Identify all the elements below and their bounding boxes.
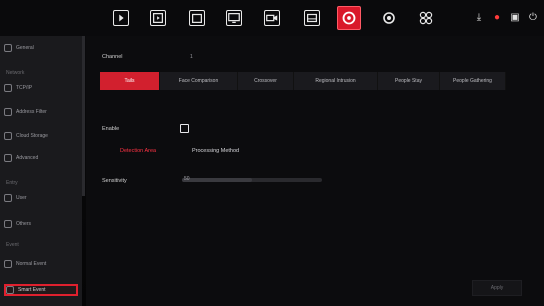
- subtab-processing-method[interactable]: Processing Method: [192, 148, 239, 154]
- top-toolbar: ⤓ ● ▣ ⏻: [0, 0, 544, 36]
- tab-regional-intrusion[interactable]: Regional Intrusion: [294, 72, 378, 90]
- channel-label: Channel: [102, 54, 123, 60]
- tab-face-comparison[interactable]: Face Comparison: [160, 72, 238, 90]
- smart-icon: [6, 286, 14, 294]
- sensitivity-slider[interactable]: 50: [182, 176, 322, 182]
- user-icon: [4, 194, 12, 202]
- tab-tails[interactable]: Tails: [100, 72, 160, 90]
- sensitivity-value: 50: [184, 176, 190, 182]
- apps-icon[interactable]: [418, 10, 434, 26]
- sidebar-item-general[interactable]: General: [4, 42, 78, 54]
- tab-people-stay[interactable]: People Stay: [378, 72, 440, 90]
- slider-fill: [182, 178, 252, 182]
- hdd-icon[interactable]: [304, 10, 320, 26]
- monitor-icon[interactable]: [226, 10, 242, 26]
- top-right-icons: ⤓ ● ▣ ⏻: [474, 12, 538, 23]
- camera-icon[interactable]: [264, 10, 280, 26]
- film-icon[interactable]: [150, 10, 166, 26]
- sidebar-item-smart-event[interactable]: Smart Event: [4, 284, 78, 296]
- enable-checkbox[interactable]: [180, 124, 189, 133]
- sidebar-item-tcpip[interactable]: TCP/IP: [4, 82, 78, 94]
- gear-icon: [4, 44, 12, 52]
- sidebar-section-network: Network: [6, 70, 25, 76]
- files-icon[interactable]: [189, 10, 205, 26]
- sidebar-scrollbar[interactable]: [82, 36, 85, 196]
- smart-event-icon[interactable]: [337, 6, 361, 30]
- sidebar-item-advanced[interactable]: Advanced: [4, 152, 78, 164]
- sidebar-item-normal-event[interactable]: Normal Event: [4, 258, 78, 270]
- channel-value[interactable]: 1: [190, 54, 193, 60]
- sidebar-item-cloud-storage[interactable]: Cloud Storage: [4, 130, 78, 142]
- filter-icon: [4, 108, 12, 116]
- sidebar-item-user[interactable]: User: [4, 192, 78, 204]
- sensitivity-label: Sensitivity: [102, 178, 127, 184]
- others-icon: [4, 220, 12, 228]
- tab-crossover[interactable]: Crossover: [238, 72, 294, 90]
- sidebar-item-address-filter[interactable]: Address Filter: [4, 106, 78, 118]
- advanced-icon: [4, 154, 12, 162]
- main-panel: Channel 1 Tails Face Comparison Crossove…: [86, 36, 544, 306]
- lock-icon[interactable]: ▣: [510, 12, 520, 23]
- sidebar-section-event: Event: [6, 242, 19, 248]
- settings-icon[interactable]: [381, 10, 397, 26]
- tab-people-gathering[interactable]: People Gathering: [440, 72, 506, 90]
- bell-icon: [4, 260, 12, 268]
- app-frame: ⤓ ● ▣ ⏻ General Network TCP/IP Address F…: [0, 0, 544, 306]
- apply-button[interactable]: Apply: [472, 280, 522, 296]
- sidebar: General Network TCP/IP Address Filter Cl…: [0, 36, 82, 306]
- alarm-icon[interactable]: ●: [492, 12, 502, 23]
- enable-label: Enable: [102, 126, 120, 132]
- network-icon: [4, 84, 12, 92]
- event-type-tabs: Tails Face Comparison Crossover Regional…: [100, 72, 506, 90]
- download-icon[interactable]: ⤓: [474, 12, 484, 23]
- play-icon[interactable]: [113, 10, 129, 26]
- cloud-icon: [4, 132, 12, 140]
- power-icon[interactable]: ⏻: [528, 12, 538, 23]
- subtab-detection-area[interactable]: Detection Area: [120, 148, 156, 154]
- sidebar-item-others[interactable]: Others: [4, 218, 78, 230]
- sidebar-section-entry: Entry: [6, 180, 18, 186]
